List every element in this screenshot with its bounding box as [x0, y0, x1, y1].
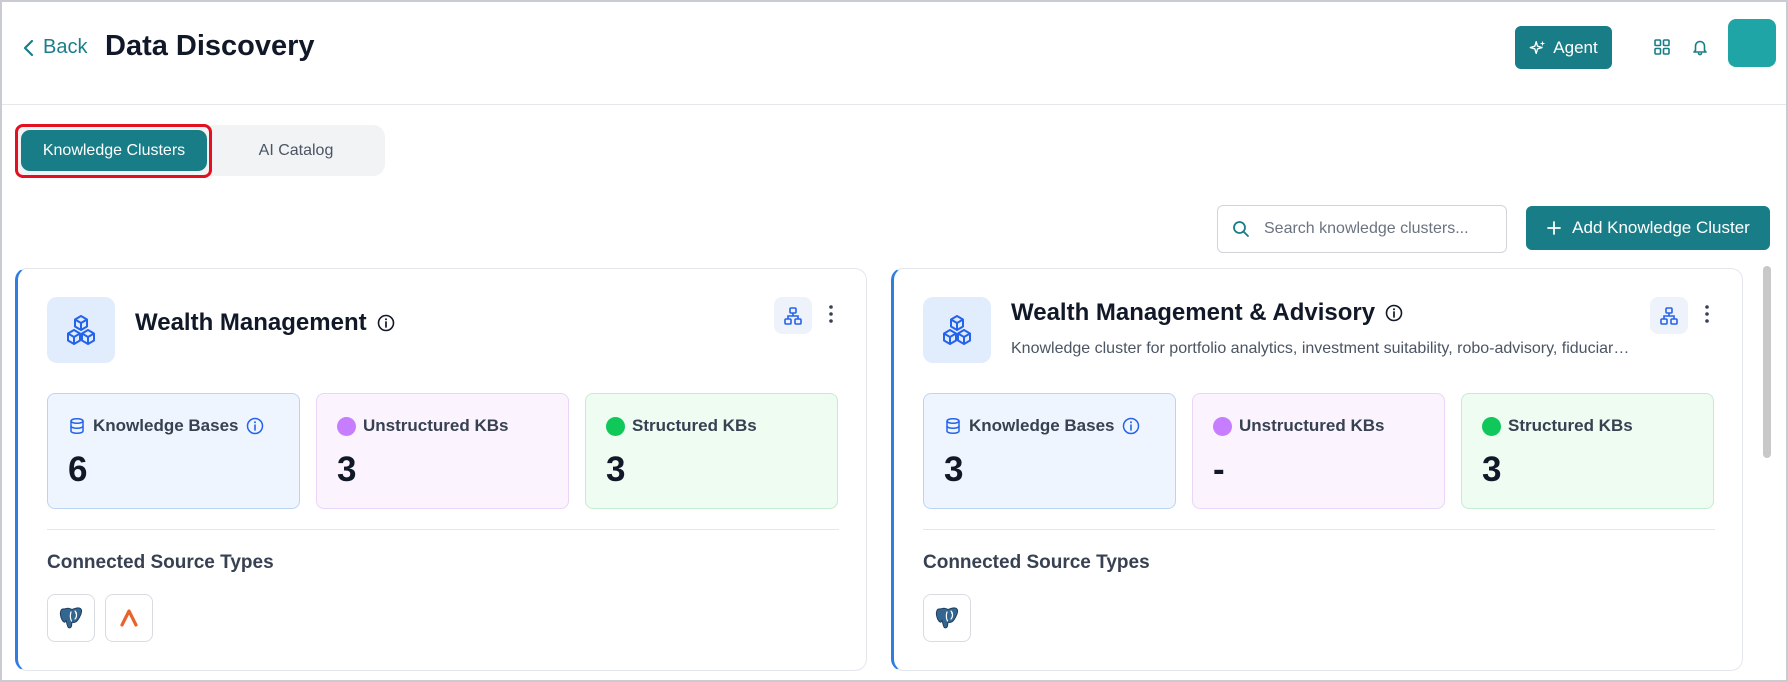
- unstructured-dot-icon: [337, 416, 356, 436]
- cluster-card[interactable]: Wealth Management Knowledge Bases 6 Unst…: [15, 268, 867, 671]
- search-input[interactable]: [1264, 220, 1494, 238]
- source-postgresql[interactable]: [923, 594, 971, 642]
- stat-label: Knowledge Bases: [68, 416, 264, 436]
- database-icon: [946, 417, 960, 435]
- cluster-title-text: Wealth Management & Advisory: [1011, 299, 1376, 326]
- delta-lake-icon: [120, 609, 138, 627]
- stat-knowledge-bases: Knowledge Bases 3: [923, 393, 1176, 509]
- cluster-logo: [47, 297, 115, 363]
- stat-label: Unstructured KBs: [1213, 416, 1384, 436]
- more-vertical-icon: [829, 305, 833, 323]
- agent-button[interactable]: Agent: [1515, 26, 1612, 69]
- postgresql-icon: [935, 607, 959, 629]
- back-link[interactable]: Back: [21, 36, 87, 59]
- view-tabs: Knowledge Clusters AI Catalog: [16, 125, 385, 176]
- stat-knowledge-bases: Knowledge Bases 6: [47, 393, 300, 509]
- info-icon[interactable]: [246, 417, 264, 435]
- hierarchy-icon: [1660, 306, 1678, 325]
- stat-unstructured-kbs: Unstructured KBs 3: [316, 393, 569, 509]
- postgresql-icon: [59, 607, 83, 629]
- more-vertical-icon: [1705, 305, 1709, 323]
- more-options-button[interactable]: [1699, 299, 1715, 329]
- stat-label: Structured KBs: [1482, 416, 1633, 436]
- add-knowledge-cluster-label: Add Knowledge Cluster: [1572, 218, 1750, 237]
- cluster-title: Wealth Management: [135, 309, 395, 337]
- divider: [923, 529, 1715, 530]
- agent-label: Agent: [1553, 37, 1598, 57]
- stat-label-text: Structured KBs: [632, 416, 757, 435]
- plus-icon: [1547, 221, 1562, 235]
- info-icon[interactable]: [1122, 417, 1140, 435]
- cluster-card[interactable]: Wealth Management & Advisory Knowledge c…: [891, 268, 1743, 671]
- search-box[interactable]: [1217, 205, 1507, 253]
- back-chevron-icon: [23, 39, 34, 56]
- notifications-button[interactable]: [1689, 36, 1711, 58]
- tab-knowledge-clusters[interactable]: Knowledge Clusters: [21, 130, 207, 171]
- stat-label-text: Knowledge Bases: [93, 416, 239, 435]
- apps-grid-button[interactable]: [1651, 36, 1673, 58]
- database-icon: [70, 417, 84, 435]
- structured-dot-icon: [606, 416, 625, 436]
- bell-icon: [1693, 40, 1707, 56]
- source-postgresql[interactable]: [47, 594, 95, 642]
- stat-value: 6: [68, 450, 88, 489]
- source-delta-lake[interactable]: [105, 594, 153, 642]
- user-avatar[interactable]: [1728, 19, 1776, 67]
- cluster-title-text: Wealth Management: [135, 309, 367, 336]
- back-label: Back: [43, 36, 88, 58]
- info-icon[interactable]: [1385, 304, 1403, 322]
- stat-label-text: Unstructured KBs: [1239, 416, 1385, 435]
- stat-structured-kbs: Structured KBs 3: [1461, 393, 1714, 509]
- stat-value: 3: [606, 450, 626, 489]
- stat-label-text: Unstructured KBs: [363, 416, 509, 435]
- unstructured-dot-icon: [1213, 416, 1232, 436]
- scrollbar-thumb[interactable]: [1763, 266, 1771, 458]
- hierarchy-button[interactable]: [1650, 297, 1688, 334]
- stat-value: 3: [944, 450, 964, 489]
- tab-ai-catalog[interactable]: AI Catalog: [212, 130, 380, 171]
- cluster-title: Wealth Management & Advisory: [1011, 299, 1403, 327]
- stat-value: 3: [337, 450, 357, 489]
- connected-sources-title: Connected Source Types: [47, 552, 274, 573]
- more-options-button[interactable]: [823, 299, 839, 329]
- structured-dot-icon: [1482, 416, 1501, 436]
- stat-value: -: [1213, 450, 1225, 489]
- cubes-icon: [67, 315, 95, 345]
- cubes-icon: [943, 315, 971, 345]
- cluster-description: Knowledge cluster for portfolio analytic…: [1011, 340, 1631, 357]
- page-title: Data Discovery: [105, 30, 315, 62]
- top-header: Back Data Discovery Agent: [2, 2, 1786, 105]
- sparkles-icon: [1529, 40, 1546, 54]
- stat-label-text: Structured KBs: [1508, 416, 1633, 435]
- search-icon: [1233, 221, 1249, 237]
- add-knowledge-cluster-button[interactable]: Add Knowledge Cluster: [1526, 206, 1770, 250]
- cluster-logo: [923, 297, 991, 363]
- stat-unstructured-kbs: Unstructured KBs -: [1192, 393, 1445, 509]
- app-frame: Back Data Discovery Agent Knowledge Clus…: [0, 0, 1788, 682]
- hierarchy-button[interactable]: [774, 297, 812, 334]
- info-icon[interactable]: [377, 314, 395, 332]
- stat-label: Unstructured KBs: [337, 416, 508, 436]
- apps-grid-icon: [1654, 39, 1670, 55]
- divider: [47, 529, 839, 530]
- hierarchy-icon: [784, 306, 802, 325]
- stat-label: Structured KBs: [606, 416, 757, 436]
- connected-sources-title: Connected Source Types: [923, 552, 1150, 573]
- stat-label: Knowledge Bases: [944, 416, 1140, 436]
- stat-label-text: Knowledge Bases: [969, 416, 1115, 435]
- stat-value: 3: [1482, 450, 1502, 489]
- stat-structured-kbs: Structured KBs 3: [585, 393, 838, 509]
